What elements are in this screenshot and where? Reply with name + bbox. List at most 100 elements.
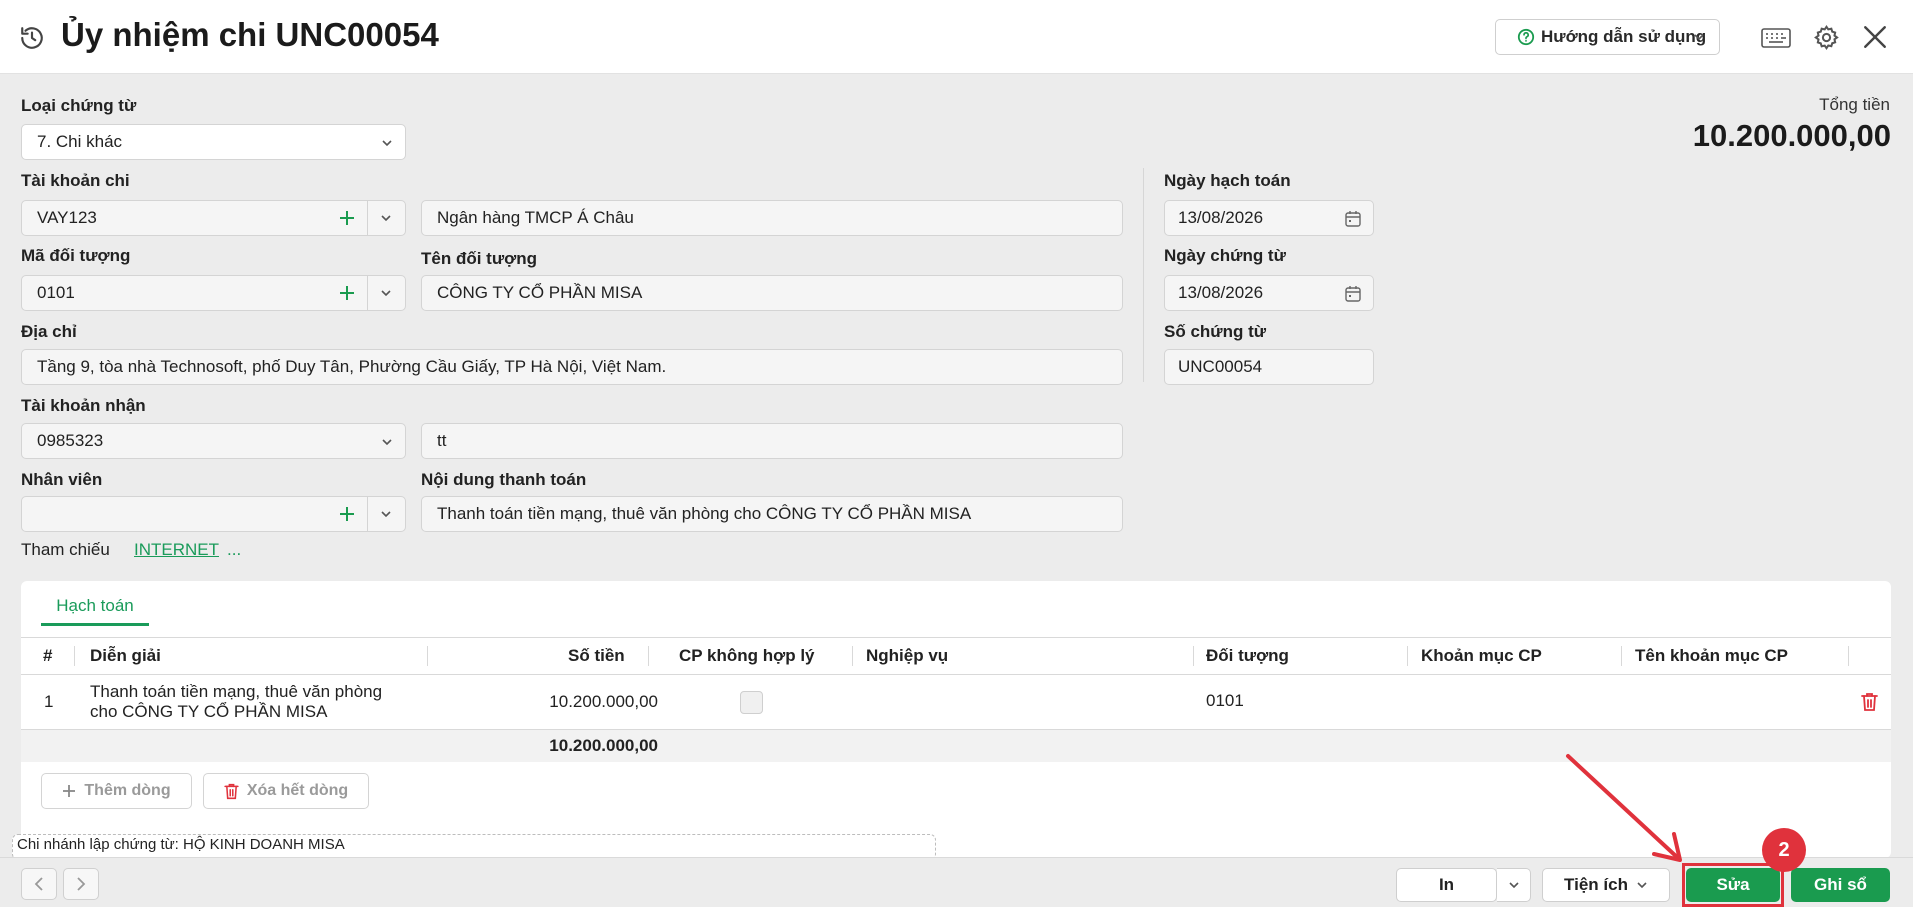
object-code-combo[interactable]: 0101 (21, 275, 406, 311)
trash-icon[interactable] (1861, 692, 1878, 712)
employee-label: Nhân viên (21, 470, 103, 489)
reference-label: Tham chiếu (21, 540, 110, 559)
column-divider (74, 646, 75, 666)
bank-name-value: Ngân hàng TMCP Á Châu (437, 208, 634, 227)
summary-amount: 10.200.000,00 (549, 736, 658, 755)
doc-date-value: 13/08/2026 (1178, 283, 1264, 302)
plus-icon[interactable] (337, 207, 357, 229)
doc-date-input[interactable]: 13/08/2026 (1164, 275, 1374, 311)
doc-number-input[interactable]: UNC00054 (1164, 349, 1374, 385)
chevron-down-icon (381, 511, 391, 518)
question-circle-icon (1517, 28, 1535, 46)
step-badge: 2 (1762, 828, 1806, 872)
payment-content-label: Nội dung thanh toán (421, 470, 587, 489)
column-header-business: Nghiệp vụ (866, 646, 949, 665)
column-header-cost-item: Khoản mục CP (1421, 646, 1542, 665)
unreasonable-cost-checkbox[interactable] (740, 691, 763, 714)
pay-account-value: VAY123 (37, 208, 97, 227)
tab-accounting[interactable]: Hạch toán (41, 596, 149, 626)
column-header-number: # (43, 646, 53, 665)
doc-number-label: Số chứng từ (1164, 322, 1267, 341)
column-header-object: Đối tượng (1206, 646, 1289, 665)
chevron-down-icon (1694, 34, 1704, 41)
gear-icon[interactable] (1813, 24, 1840, 51)
add-row-button[interactable]: Thêm dòng (41, 773, 192, 809)
reference-link[interactable]: INTERNET (134, 540, 219, 560)
table-row[interactable]: 1 Thanh toán tiền mạng, thuê văn phòng c… (21, 675, 1891, 730)
post-button[interactable]: Ghi sổ (1791, 868, 1890, 902)
receive-account-label: Tài khoản nhận (21, 396, 146, 415)
row-description-line2: cho CÔNG TY CỔ PHẦN MISA (90, 702, 328, 721)
address-field[interactable]: Tầng 9, tòa nhà Technosoft, phố Duy Tân,… (21, 349, 1123, 385)
plus-icon[interactable] (337, 282, 357, 304)
plus-icon[interactable] (337, 503, 357, 525)
column-divider (1193, 646, 1194, 666)
object-code-dropdown-toggle[interactable] (367, 276, 405, 310)
column-divider (1621, 646, 1622, 666)
payment-content-field[interactable]: Thanh toán tiền mạng, thuê văn phòng cho… (421, 496, 1123, 532)
column-header-description: Diễn giải (90, 646, 161, 665)
doc-type-value: 7. Chi khác (37, 132, 123, 151)
print-dropdown-button[interactable] (1497, 868, 1531, 902)
doc-type-select[interactable]: 7. Chi khác (21, 124, 406, 160)
object-name-label: Tên đối tượng (421, 249, 537, 268)
delete-all-rows-button[interactable]: Xóa hết dòng (203, 773, 369, 809)
column-header-amount: Số tiền (568, 646, 625, 665)
object-name-field[interactable]: CÔNG TY CỔ PHẦN MISA (421, 275, 1123, 311)
chevron-down-icon (1508, 882, 1519, 889)
chevron-down-icon (381, 215, 391, 222)
object-code-label: Mã đối tượng (21, 246, 131, 265)
utilities-button[interactable]: Tiện ích (1542, 868, 1670, 902)
utilities-label: Tiện ích (1564, 875, 1628, 894)
help-dropdown-button[interactable]: Hướng dẫn sử dụng (1495, 19, 1720, 55)
previous-record-button[interactable] (21, 868, 57, 900)
address-value: Tầng 9, tòa nhà Technosoft, phố Duy Tân,… (37, 357, 667, 376)
receive-account-extra-value: tt (437, 431, 447, 450)
column-header-unreasonable-cost: CP không hợp lý (679, 646, 815, 665)
delete-all-rows-label: Xóa hết dòng (246, 782, 349, 799)
trash-icon (224, 783, 239, 799)
receive-account-extra-field[interactable]: tt (421, 423, 1123, 459)
column-divider (427, 646, 428, 666)
doc-date-label: Ngày chứng từ (1164, 246, 1286, 265)
row-description: Thanh toán tiền mạng, thuê văn phòng cho… (90, 682, 382, 722)
plus-icon (63, 785, 76, 797)
pay-account-dropdown-toggle[interactable] (367, 201, 405, 235)
column-divider (1407, 646, 1408, 666)
page-title: Ủy nhiệm chi UNC00054 (61, 16, 439, 53)
close-icon[interactable] (1862, 24, 1888, 50)
chevron-down-icon (381, 290, 391, 297)
next-record-button[interactable] (63, 868, 99, 900)
print-button[interactable]: In (1396, 868, 1497, 902)
receive-account-select[interactable]: 0985323 (21, 423, 406, 459)
row-amount: 10.200.000,00 (549, 692, 658, 711)
reference-more-link[interactable]: ... (227, 540, 241, 560)
chevron-left-icon (34, 877, 43, 891)
pay-account-combo[interactable]: VAY123 (21, 200, 406, 236)
doc-number-value: UNC00054 (1178, 357, 1263, 376)
calendar-icon[interactable] (1345, 210, 1361, 227)
employee-combo[interactable] (21, 496, 406, 532)
column-divider (648, 646, 649, 666)
chevron-right-icon (77, 877, 86, 891)
posting-date-label: Ngày hạch toán (1164, 171, 1291, 190)
column-divider (1848, 646, 1849, 666)
doc-type-label: Loại chứng từ (21, 96, 137, 115)
total-label: Tổng tiền (1819, 95, 1890, 114)
annotation-arrow (1566, 754, 1682, 862)
keyboard-icon[interactable] (1761, 28, 1791, 48)
column-header-cost-item-name: Tên khoản mục CP (1635, 646, 1789, 665)
address-label: Địa chỉ (21, 322, 77, 341)
add-row-label: Thêm dòng (84, 782, 171, 799)
header-bar: Ủy nhiệm chi UNC00054 Hướng dẫn sử dụng (0, 0, 1913, 74)
receive-account-value: 0985323 (37, 431, 104, 450)
bank-name-field[interactable]: Ngân hàng TMCP Á Châu (421, 200, 1123, 236)
object-code-value: 0101 (37, 283, 75, 302)
column-divider (1143, 168, 1144, 382)
chevron-down-icon (1637, 882, 1647, 889)
row-number: 1 (44, 692, 54, 711)
posting-date-input[interactable]: 13/08/2026 (1164, 200, 1374, 236)
calendar-icon[interactable] (1345, 285, 1361, 302)
history-icon[interactable] (19, 25, 45, 51)
employee-dropdown-toggle[interactable] (367, 497, 405, 531)
